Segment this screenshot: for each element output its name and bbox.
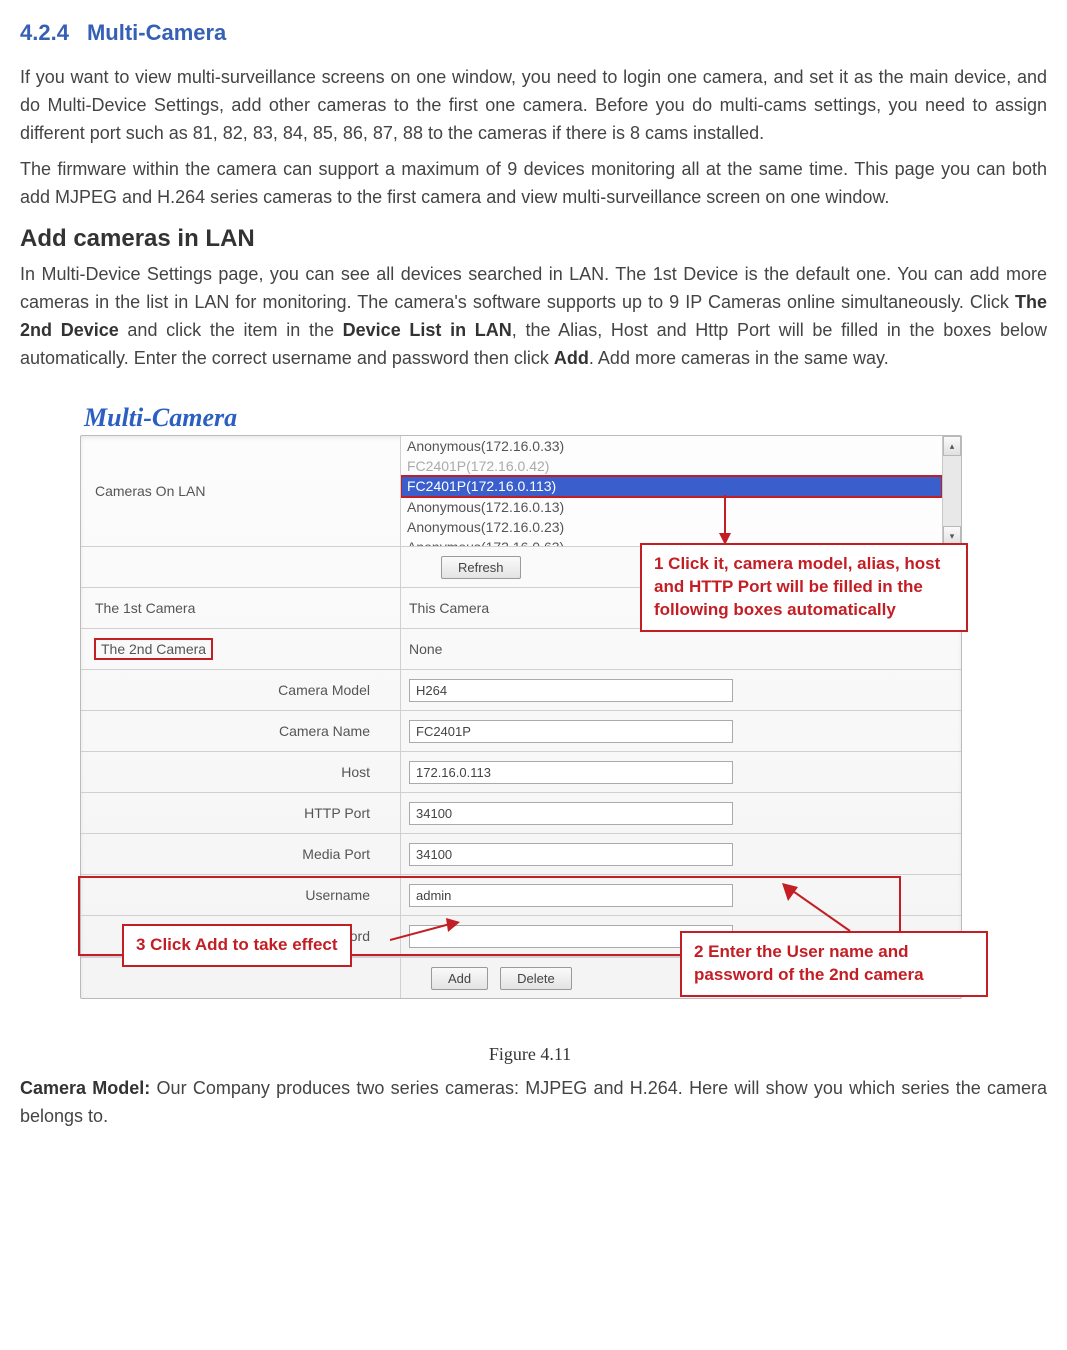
scroll-up-icon[interactable]: ▴	[943, 436, 961, 456]
refresh-button[interactable]: Refresh	[441, 556, 521, 579]
row-camera-model: Camera Model	[81, 670, 961, 711]
label-camera-model: Camera Model	[81, 670, 401, 710]
label-cameras-on-lan: Cameras On LAN	[81, 436, 401, 546]
callout-1: 1 Click it, camera model, alias, host an…	[640, 543, 968, 632]
scroll-track[interactable]	[943, 456, 961, 526]
value-second-camera: None	[401, 629, 961, 669]
figure-multi-camera: Multi-Camera Cameras On LAN Anonymous(17…	[80, 403, 980, 1065]
label-second-camera[interactable]: The 2nd Camera	[95, 639, 212, 659]
panel-title: Multi-Camera	[84, 403, 980, 433]
arrow-to-credentials	[780, 883, 860, 933]
label-media-port: Media Port	[81, 834, 401, 874]
add-button[interactable]: Add	[431, 967, 488, 990]
row-cameras-on-lan: Cameras On LAN Anonymous(172.16.0.33) FC…	[81, 436, 961, 547]
subheading-lan: Add cameras in LAN	[20, 225, 1047, 253]
arrow-to-callout-1	[715, 495, 735, 545]
lan-item[interactable]: Anonymous(172.16.0.33)	[401, 436, 942, 456]
section-title: Multi-Camera	[87, 20, 226, 45]
lan-item[interactable]: FC2401P(172.16.0.42)	[401, 456, 942, 476]
input-host[interactable]	[409, 761, 733, 784]
label-first-camera: The 1st Camera	[81, 588, 401, 628]
paragraph-2: The firmware within the camera can suppo…	[20, 156, 1047, 212]
arrow-to-add	[390, 918, 470, 948]
input-camera-name[interactable]	[409, 720, 733, 743]
label-username: Username	[81, 875, 401, 915]
row-media-port: Media Port	[81, 834, 961, 875]
input-camera-model[interactable]	[409, 679, 733, 702]
callout-3: 3 Click Add to take effect	[122, 924, 352, 967]
label-camera-name: Camera Name	[81, 711, 401, 751]
figure-caption: Figure 4.11	[80, 1044, 980, 1065]
lan-item[interactable]: Anonymous(172.16.0.13)	[401, 497, 942, 517]
paragraph-3: In Multi-Device Settings page, you can s…	[20, 261, 1047, 373]
section-heading: 4.2.4 Multi-Camera	[20, 20, 1047, 46]
lan-item[interactable]: Anonymous(172.16.0.23)	[401, 517, 942, 537]
input-http-port[interactable]	[409, 802, 733, 825]
footer-paragraph: Camera Model: Our Company produces two s…	[20, 1075, 1047, 1131]
label-host: Host	[81, 752, 401, 792]
lan-scrollbar[interactable]: ▴ ▾	[942, 436, 961, 546]
row-http-port: HTTP Port	[81, 793, 961, 834]
lan-item-selected[interactable]: FC2401P(172.16.0.113)	[401, 476, 942, 496]
delete-button[interactable]: Delete	[500, 967, 572, 990]
input-username[interactable]	[409, 884, 733, 907]
row-host: Host	[81, 752, 961, 793]
lan-device-list[interactable]: Anonymous(172.16.0.33) FC2401P(172.16.0.…	[401, 436, 942, 546]
callout-2: 2 Enter the User name and password of th…	[680, 931, 988, 997]
row-camera-name: Camera Name	[81, 711, 961, 752]
input-media-port[interactable]	[409, 843, 733, 866]
paragraph-1: If you want to view multi-surveillance s…	[20, 64, 1047, 148]
label-http-port: HTTP Port	[81, 793, 401, 833]
row-second-camera[interactable]: The 2nd Camera None	[81, 629, 961, 670]
section-number: 4.2.4	[20, 20, 69, 45]
